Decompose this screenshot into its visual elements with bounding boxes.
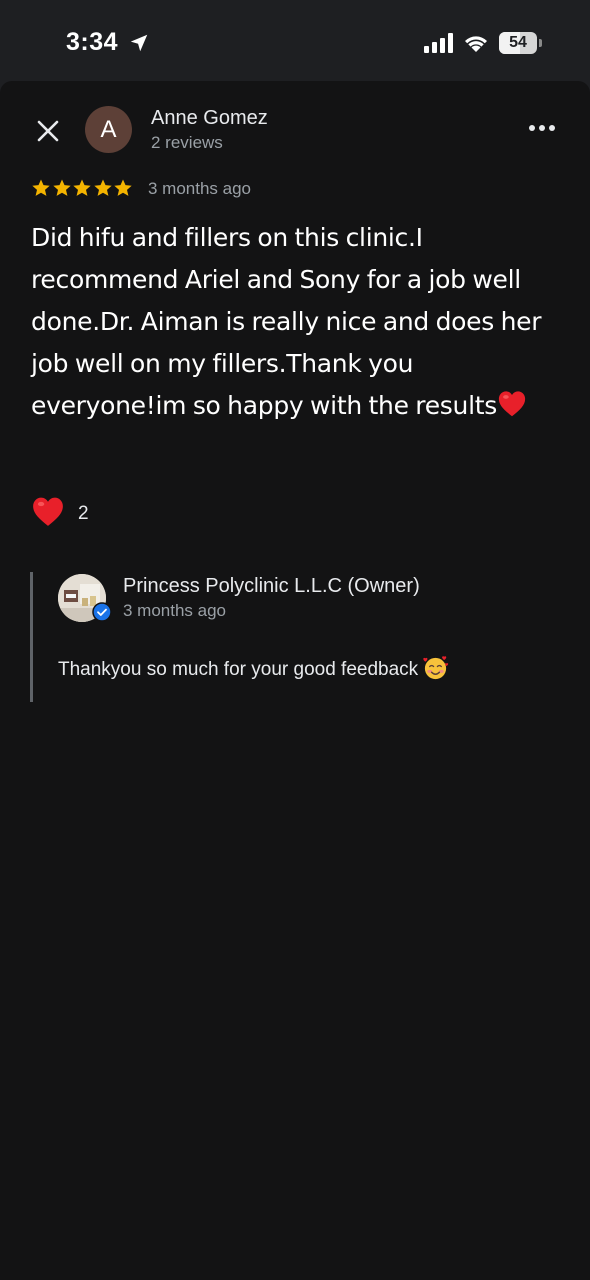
battery-body: 54 xyxy=(499,32,537,54)
close-icon[interactable] xyxy=(30,113,66,149)
location-arrow-icon xyxy=(130,34,148,52)
star-icon xyxy=(32,179,50,196)
battery-icon: 54 xyxy=(499,32,543,54)
review-text: Did hifu and fillers on this clinic.I re… xyxy=(31,217,551,427)
heart-reaction-icon xyxy=(33,497,63,526)
smiling-face-with-hearts-icon xyxy=(423,656,449,680)
wifi-icon xyxy=(465,36,487,52)
star-icon xyxy=(73,179,91,196)
star-rating xyxy=(31,178,134,202)
owner-reply-text: Thankyou so much for your good feedback xyxy=(58,654,449,681)
cellular-signal-icon xyxy=(424,33,453,53)
review-text-content: Did hifu and fillers on this clinic.I re… xyxy=(31,223,542,420)
status-bar: 3:34 54 xyxy=(0,0,590,80)
owner-reply-text-content: Thankyou so much for your good feedback xyxy=(58,659,419,680)
star-icon xyxy=(114,179,132,196)
status-time: 3:34 xyxy=(66,28,119,56)
star-icon xyxy=(93,179,112,196)
verified-badge-icon xyxy=(92,602,112,622)
reviewer-name[interactable]: Anne Gomez xyxy=(151,107,268,130)
reply-divider xyxy=(30,572,33,702)
battery-cap xyxy=(539,39,542,47)
owner-reply: Princess Polyclinic L.L.C (Owner) 3 mont… xyxy=(30,572,560,702)
reviewer-review-count: 2 reviews xyxy=(151,133,223,152)
heart-emoji-icon xyxy=(498,391,526,417)
review-sheet: A Anne Gomez 2 reviews 3 months ago Did … xyxy=(0,81,590,1280)
owner-name[interactable]: Princess Polyclinic L.L.C (Owner) xyxy=(123,575,420,598)
battery-level: 54 xyxy=(509,34,527,51)
star-icon xyxy=(52,179,71,196)
owner-reply-time: 3 months ago xyxy=(123,601,227,620)
more-options-icon[interactable] xyxy=(524,115,560,141)
review-time: 3 months ago xyxy=(148,179,252,198)
reviewer-avatar[interactable]: A xyxy=(85,106,132,153)
reaction-count: 2 xyxy=(78,503,89,524)
